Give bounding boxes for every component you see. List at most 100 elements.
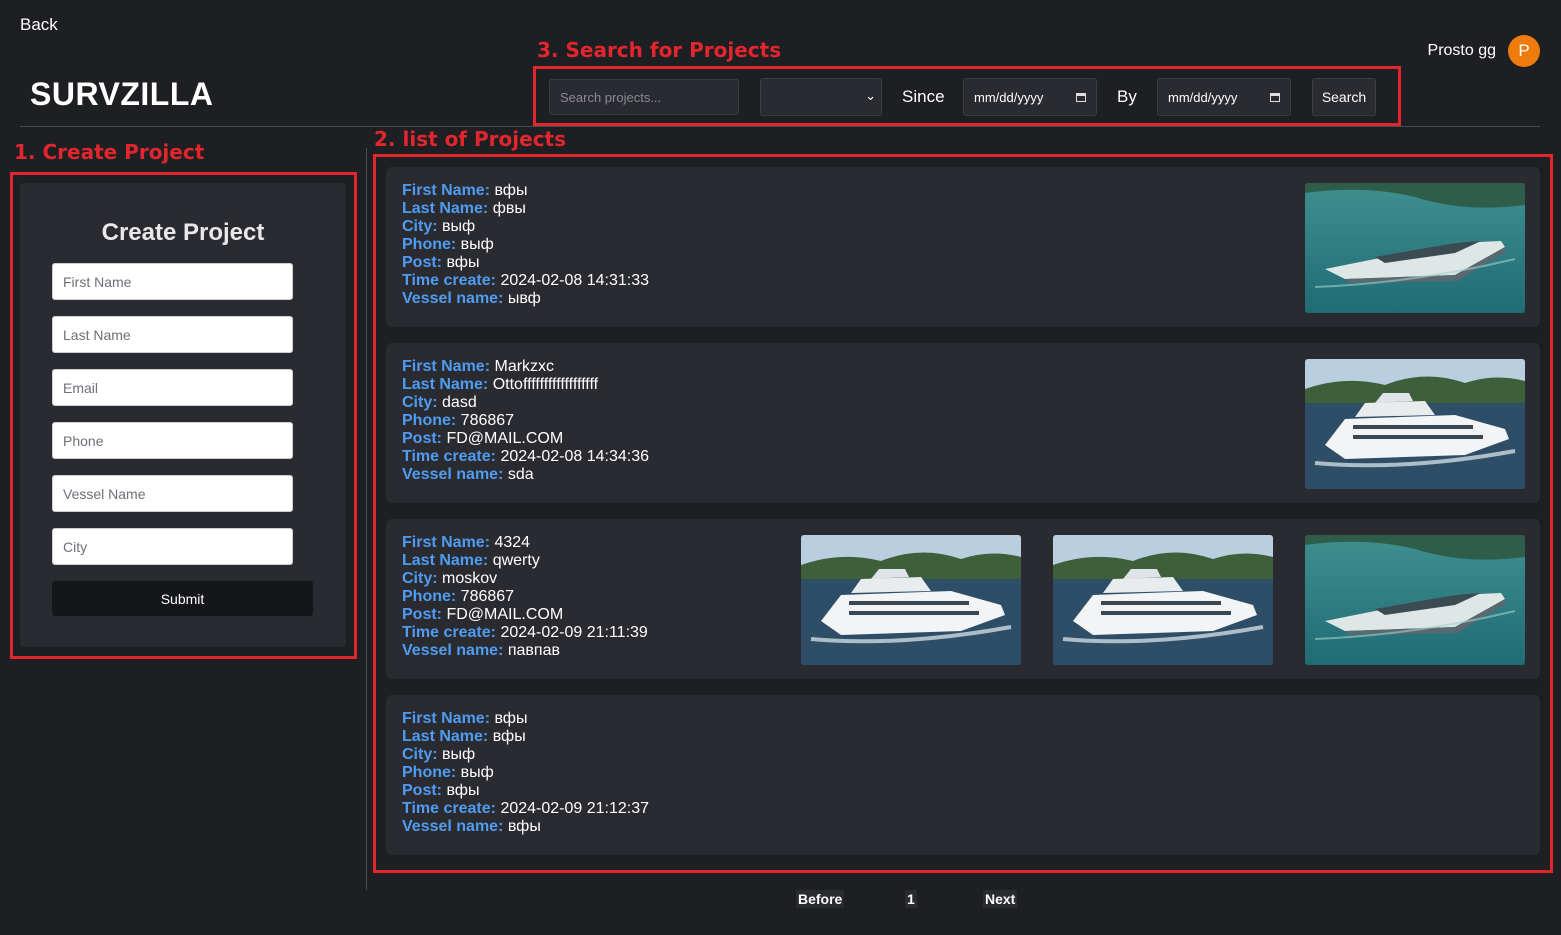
field-label: Phone: [402, 412, 457, 429]
avatar[interactable]: P [1508, 35, 1540, 67]
by-label: By [1117, 87, 1137, 106]
sidebar-divider [366, 148, 367, 890]
prev-page-button[interactable]: Before [796, 890, 845, 908]
project-info: First Name: 4324 Last Name: qwerty City: m… [402, 534, 648, 660]
field-label: First Name: [402, 710, 491, 727]
calendar-icon[interactable] [1076, 92, 1086, 102]
field-label: Phone: [402, 588, 457, 605]
project-image[interactable] [1305, 535, 1525, 665]
project-field-city: City: выф [402, 746, 649, 764]
search-bar: ⌄ Since mm/dd/yyyy By mm/dd/yyyy Search [549, 78, 1376, 116]
project-field-first-name: First Name: Markzxc [402, 358, 649, 376]
project-card[interactable]: First Name: вфы Last Name: фвы City: выф Ph… [386, 167, 1540, 327]
app-logo: SURVZILLA [30, 76, 214, 112]
field-label: First Name: [402, 182, 491, 199]
field-value: выф [460, 764, 494, 781]
project-field-post: Post: вфы [402, 254, 649, 272]
project-image[interactable] [1053, 535, 1273, 665]
field-label: Vessel name: [402, 290, 504, 307]
field-value: 2024-02-09 21:12:37 [500, 800, 650, 817]
project-field-time-create: Time create: 2024-02-09 21:11:39 [402, 624, 648, 642]
field-label: Time create: [402, 448, 496, 465]
field-label: Post: [402, 606, 442, 623]
project-info: First Name: Markzxc Last Name: Ottoffffff… [402, 358, 649, 484]
project-card[interactable]: First Name: Markzxc Last Name: Ottoffffff… [386, 343, 1540, 503]
field-value: sda [507, 466, 534, 483]
project-field-phone: Phone: 786867 [402, 588, 648, 606]
by-date-value: mm/dd/yyyy [1168, 89, 1238, 105]
project-card[interactable]: First Name: вфы Last Name: вфы City: выф Ph… [386, 695, 1540, 855]
project-field-city: City: выф [402, 218, 649, 236]
field-label: Vessel name: [402, 818, 504, 835]
field-label: Phone: [402, 764, 457, 781]
project-field-vessel-name: Vessel name: ывф [402, 290, 649, 308]
project-field-phone: Phone: выф [402, 764, 649, 782]
filter-select[interactable]: ⌄ [760, 78, 882, 116]
field-value: выф [442, 218, 476, 235]
field-label: First Name: [402, 358, 491, 375]
project-info: First Name: вфы Last Name: вфы City: выф Ph… [402, 710, 649, 836]
last-name-field[interactable] [52, 316, 293, 353]
field-label: Post: [402, 430, 442, 447]
vessel-name-field[interactable] [52, 475, 293, 512]
field-value: 786867 [460, 412, 515, 429]
field-value: Ottoffffffffffffffffff [492, 376, 599, 393]
field-label: Time create: [402, 800, 496, 817]
field-label: Last Name: [402, 552, 489, 569]
field-label: First Name: [402, 534, 491, 551]
field-label: Time create: [402, 624, 496, 641]
project-field-time-create: Time create: 2024-02-08 14:31:33 [402, 272, 649, 290]
field-value: выф [442, 746, 476, 763]
field-value: dasd [442, 394, 477, 411]
project-field-vessel-name: Vessel name: sda [402, 466, 649, 484]
field-label: Time create: [402, 272, 496, 289]
field-value: 2024-02-09 21:11:39 [500, 624, 648, 641]
email-field[interactable] [52, 369, 293, 406]
project-image[interactable] [1305, 359, 1525, 489]
user-menu[interactable]: Prosto gg P [1428, 35, 1540, 67]
field-value: вфы [494, 710, 528, 727]
project-image[interactable] [801, 535, 1021, 665]
field-label: Vessel name: [402, 642, 504, 659]
project-field-vessel-name: Vessel name: павпав [402, 642, 648, 660]
field-value: выф [460, 236, 494, 253]
field-label: Last Name: [402, 376, 489, 393]
field-value: 786867 [460, 588, 515, 605]
by-date-input[interactable]: mm/dd/yyyy [1157, 78, 1291, 116]
phone-field[interactable] [52, 422, 293, 459]
project-image[interactable] [1305, 183, 1525, 313]
project-card[interactable]: First Name: 4324 Last Name: qwerty City: m… [386, 519, 1540, 679]
field-label: Last Name: [402, 200, 489, 217]
field-value: павпав [507, 642, 560, 659]
project-field-last-name: Last Name: вфы [402, 728, 649, 746]
user-name: Prosto gg [1427, 42, 1496, 59]
since-date-input[interactable]: mm/dd/yyyy [963, 78, 1097, 116]
page: Back SURVZILLA Prosto gg P 3. Search for… [0, 0, 1561, 935]
page-number[interactable]: 1 [905, 890, 917, 908]
project-field-post: Post: FD@MAIL.COM [402, 430, 649, 448]
field-value: 2024-02-08 14:34:36 [500, 448, 650, 465]
project-field-post: Post: вфы [402, 782, 649, 800]
project-field-city: City: dasd [402, 394, 649, 412]
since-label: Since [902, 87, 945, 106]
field-value: 2024-02-08 14:31:33 [500, 272, 650, 289]
back-link[interactable]: Back [20, 15, 58, 35]
field-value: Markzxc [494, 358, 555, 375]
first-name-field[interactable] [52, 263, 293, 300]
field-value: ывф [507, 290, 541, 307]
field-label: City: [402, 218, 438, 235]
header-divider [20, 126, 1540, 127]
search-input[interactable] [549, 79, 739, 115]
project-field-last-name: Last Name: Ottoffffffffffffffffff [402, 376, 649, 394]
project-field-time-create: Time create: 2024-02-09 21:12:37 [402, 800, 649, 818]
calendar-icon[interactable] [1270, 92, 1280, 102]
field-value: 4324 [494, 534, 531, 551]
next-page-button[interactable]: Next [983, 890, 1018, 908]
project-info: First Name: вфы Last Name: фвы City: выф Ph… [402, 182, 649, 308]
submit-button[interactable]: Submit [52, 581, 313, 616]
search-button[interactable]: Search [1312, 78, 1376, 116]
field-value: вфы [446, 782, 480, 799]
city-field[interactable] [52, 528, 293, 565]
field-label: Post: [402, 782, 442, 799]
field-value: FD@MAIL.COM [446, 606, 564, 623]
